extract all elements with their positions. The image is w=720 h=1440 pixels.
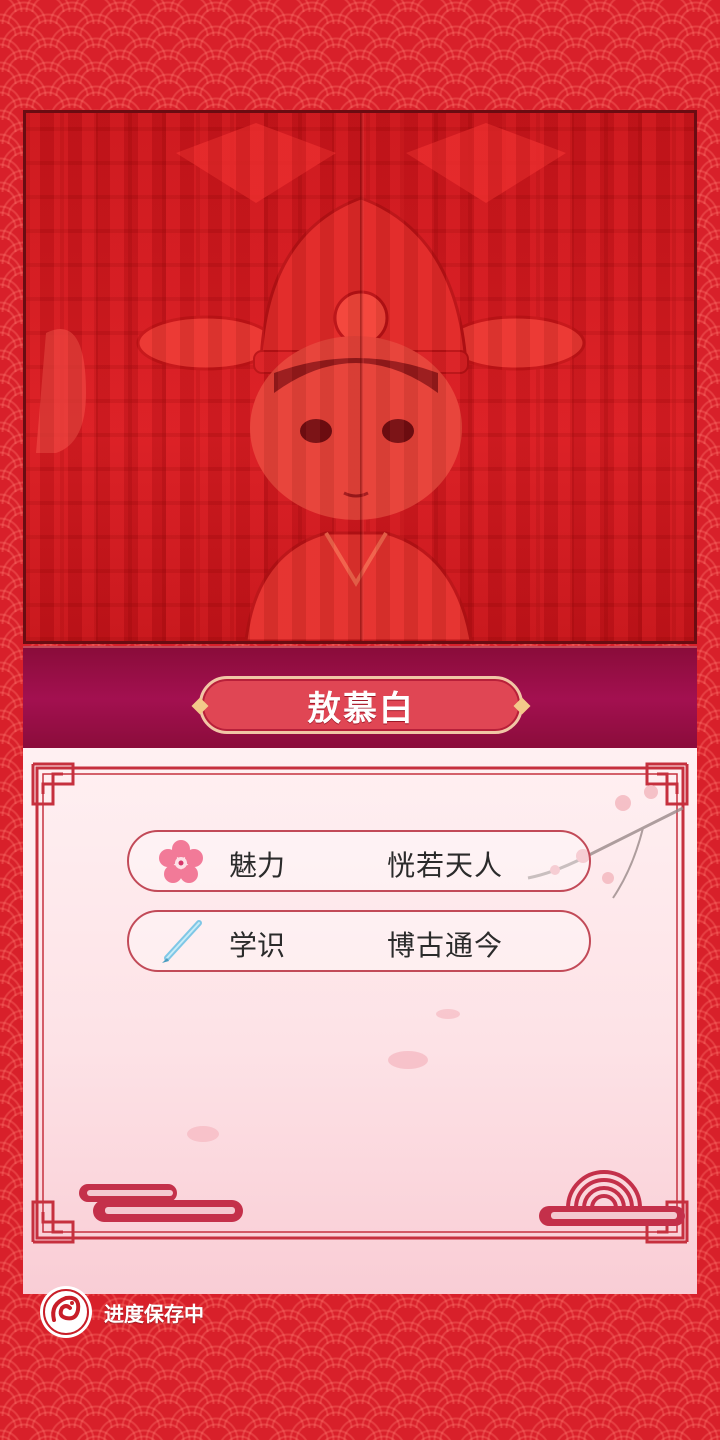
save-status-text: 进度保存中 bbox=[104, 1301, 204, 1326]
character-name: 敖慕白 bbox=[307, 688, 415, 729]
diamond-ornament-right bbox=[513, 697, 531, 715]
cloud-scroll-right bbox=[566, 1170, 642, 1209]
stat-label-knowledge: 学识 bbox=[229, 929, 286, 962]
dragon-emblem-icon bbox=[40, 1286, 92, 1338]
brush-pen-icon bbox=[162, 920, 202, 963]
stat-label-charm: 魅力 bbox=[229, 849, 286, 882]
cloud-scroll-left bbox=[79, 1184, 243, 1222]
stat-row-charm: 魅力 恍若天人 bbox=[127, 830, 591, 892]
character-scene bbox=[23, 110, 697, 644]
curtain-split bbox=[360, 113, 364, 641]
plum-blossom-icon bbox=[159, 840, 203, 883]
stat-value-knowledge: 博古通今 bbox=[387, 929, 504, 962]
stat-value-charm: 恍若天人 bbox=[387, 849, 504, 882]
name-plate: 敖慕白 bbox=[191, 676, 531, 734]
name-band: 敖慕白 bbox=[23, 646, 697, 750]
attribute-card: 魅力 恍若天人 学识 博古通今 bbox=[23, 748, 697, 1294]
stat-row-knowledge: 学识 博古通今 bbox=[127, 910, 591, 972]
save-progress-indicator: 进度保存中 bbox=[38, 1284, 204, 1340]
diamond-ornament-left bbox=[191, 697, 209, 715]
